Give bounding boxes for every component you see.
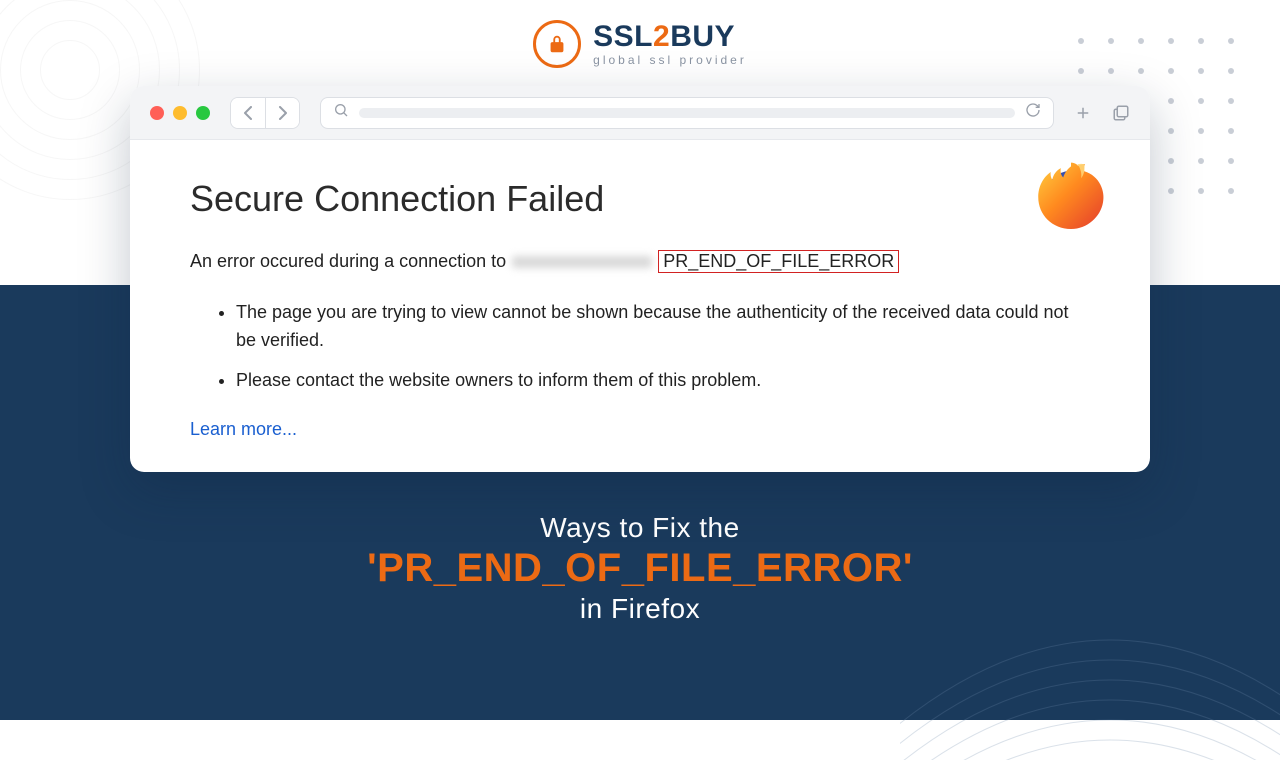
caption-line-1: Ways to Fix the <box>0 512 1280 544</box>
forward-button[interactable] <box>265 98 299 128</box>
brand-logo: SSL2BUY global ssl provider <box>0 0 1280 68</box>
minimize-icon[interactable] <box>173 106 187 120</box>
window-controls <box>150 106 210 120</box>
back-button[interactable] <box>231 98 265 128</box>
error-code-badge: PR_END_OF_FILE_ERROR <box>658 250 899 273</box>
error-title: Secure Connection Failed <box>190 178 1090 220</box>
toolbar-actions <box>1074 104 1130 122</box>
reload-icon[interactable] <box>1025 102 1041 123</box>
brand-name: SSL2BUY <box>593 22 747 52</box>
error-prefix: An error occured during a connection to <box>190 251 506 272</box>
url-placeholder <box>359 108 1015 118</box>
brand-tagline: global ssl provider <box>593 54 747 66</box>
search-icon <box>333 102 349 123</box>
learn-more-link[interactable]: Learn more... <box>190 419 297 439</box>
error-bullet-list: The page you are trying to view cannot b… <box>190 299 1090 395</box>
article-caption: Ways to Fix the 'PR_END_OF_FILE_ERROR' i… <box>0 512 1280 625</box>
close-icon[interactable] <box>150 106 164 120</box>
browser-content: Secure Connection Failed An error occure… <box>130 140 1150 472</box>
caption-line-3: in Firefox <box>0 593 1280 625</box>
caption-line-2: 'PR_END_OF_FILE_ERROR' <box>0 546 1280 591</box>
new-tab-icon[interactable] <box>1074 104 1092 122</box>
lock-icon <box>533 20 581 68</box>
error-description: An error occured during a connection to … <box>190 250 899 273</box>
nav-buttons <box>230 97 300 129</box>
blurred-domain <box>512 256 652 268</box>
firefox-icon <box>1032 158 1110 236</box>
list-item: Please contact the website owners to inf… <box>236 367 1090 395</box>
browser-toolbar <box>130 86 1150 140</box>
list-item: The page you are trying to view cannot b… <box>236 299 1090 355</box>
tabs-icon[interactable] <box>1112 104 1130 122</box>
maximize-icon[interactable] <box>196 106 210 120</box>
browser-window: Secure Connection Failed An error occure… <box>130 86 1150 472</box>
address-bar[interactable] <box>320 97 1054 129</box>
